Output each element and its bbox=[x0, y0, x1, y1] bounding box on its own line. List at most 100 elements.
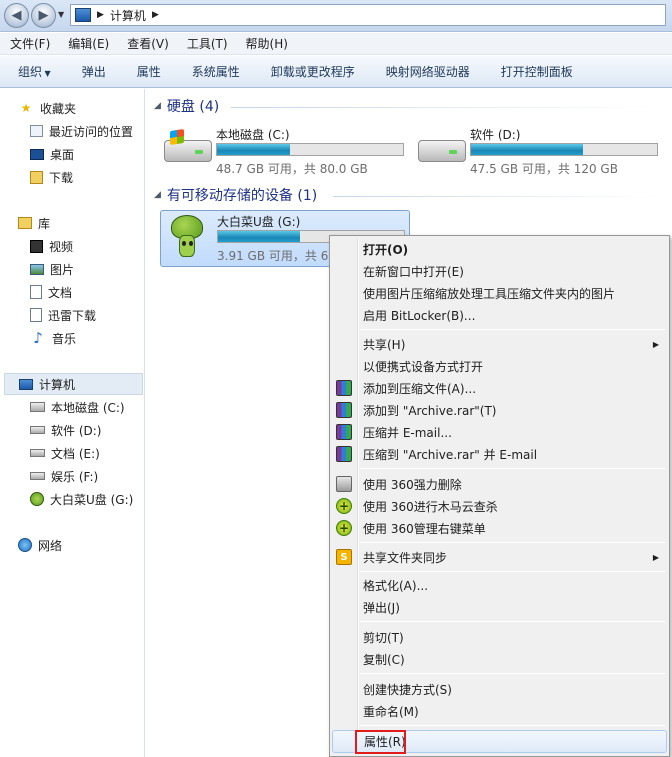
menu-edit[interactable]: 编辑(E) bbox=[58, 35, 117, 52]
menu-create-shortcut[interactable]: 创建快捷方式(S) bbox=[332, 678, 667, 700]
sync-folder-icon: S bbox=[336, 549, 352, 565]
eject-button[interactable]: 弹出 bbox=[64, 63, 119, 80]
menu-add-archive[interactable]: 添加到压缩文件(A)... bbox=[332, 377, 667, 399]
drive-d[interactable]: 软件 (D:) 47.5 GB 可用，共 120 GB bbox=[414, 124, 664, 180]
group-divider bbox=[333, 196, 663, 197]
uninstall-programs-button[interactable]: 卸载或更改程序 bbox=[253, 63, 368, 80]
properties-button[interactable]: 属性 bbox=[119, 63, 174, 80]
open-control-panel-button[interactable]: 打开控制面板 bbox=[483, 63, 586, 80]
menu-bar: 文件(F) 编辑(E) 查看(V) 工具(T) 帮助(H) bbox=[0, 33, 672, 55]
menu-separator bbox=[360, 468, 665, 469]
forward-button[interactable]: ▶ bbox=[31, 3, 56, 28]
menu-compress-images[interactable]: 使用图片压缩缩放处理工具压缩文件夹内的图片 bbox=[332, 282, 667, 304]
group-title: 有可移动存储的设备 (1) bbox=[166, 188, 318, 204]
winrar-icon bbox=[336, 446, 352, 462]
menu-eject[interactable]: 弹出(J) bbox=[332, 596, 667, 618]
nav-drive-e[interactable]: 文档 (E:) bbox=[30, 442, 100, 464]
highlight-box bbox=[355, 730, 406, 754]
breadcrumb-separator-icon[interactable]: ▶ bbox=[152, 10, 159, 20]
drive-name: 软件 (D:) bbox=[470, 128, 521, 142]
menu-rename[interactable]: 重命名(M) bbox=[332, 700, 667, 722]
arrow-right-icon: ▶ bbox=[38, 8, 49, 23]
nav-xunlei-downloads[interactable]: 迅雷下载 bbox=[30, 304, 96, 326]
nav-label: 最近访问的位置 bbox=[49, 124, 134, 139]
nav-music[interactable]: ♪ 音乐 bbox=[30, 327, 76, 349]
menu-share[interactable]: 共享(H) ▶ bbox=[332, 333, 667, 355]
menu-compress-email[interactable]: 压缩并 E-mail... bbox=[332, 421, 667, 443]
menu-add-rar[interactable]: 添加到 "Archive.rar"(T) bbox=[332, 399, 667, 421]
menu-folder-sync[interactable]: S 共享文件夹同步 ▶ bbox=[332, 546, 667, 568]
hard-drive-icon bbox=[30, 426, 45, 434]
collapse-triangle-icon[interactable]: ◢ bbox=[154, 101, 161, 111]
group-divider bbox=[231, 107, 663, 108]
nav-favorites[interactable]: ★ 收藏夹 bbox=[18, 97, 76, 119]
menu-view[interactable]: 查看(V) bbox=[117, 35, 177, 52]
documents-icon bbox=[30, 285, 42, 299]
nav-drive-d[interactable]: 软件 (D:) bbox=[30, 419, 101, 441]
nav-videos[interactable]: 视频 bbox=[30, 235, 73, 257]
menu-separator bbox=[360, 571, 665, 572]
desktop-icon bbox=[30, 148, 44, 160]
breadcrumb-computer[interactable]: 计算机 bbox=[110, 7, 146, 24]
menu-360-scan[interactable]: + 使用 360进行木马云查杀 bbox=[332, 495, 667, 517]
menu-open[interactable]: 打开(O) bbox=[332, 238, 667, 260]
menu-help[interactable]: 帮助(H) bbox=[236, 35, 296, 52]
organize-button[interactable]: 组织 bbox=[0, 63, 64, 80]
nav-computer[interactable]: 计算机 bbox=[4, 373, 143, 395]
recent-places-icon bbox=[30, 125, 43, 137]
nav-label: 网络 bbox=[38, 538, 63, 553]
nav-label: 音乐 bbox=[52, 331, 77, 346]
drive-usage-bar bbox=[470, 143, 658, 156]
menu-tools[interactable]: 工具(T) bbox=[177, 35, 236, 52]
group-header-hard-drives[interactable]: ◢ 硬盘 (4) bbox=[154, 96, 219, 116]
recent-pages-dropdown[interactable]: ▼ bbox=[58, 10, 64, 19]
menu-360-delete[interactable]: 使用 360强力删除 bbox=[332, 473, 667, 495]
menu-separator bbox=[360, 621, 665, 622]
nav-label: 迅雷下载 bbox=[48, 308, 97, 323]
menu-open-new-window[interactable]: 在新窗口中打开(E) bbox=[332, 260, 667, 282]
nav-label: 计算机 bbox=[39, 377, 76, 392]
collapse-triangle-icon[interactable]: ◢ bbox=[154, 190, 161, 200]
arrow-left-icon: ◀ bbox=[11, 8, 22, 23]
menu-portable-open[interactable]: 以便携式设备方式打开 bbox=[332, 355, 667, 377]
address-input[interactable]: ▶ 计算机 ▶ bbox=[70, 4, 666, 26]
drive-c[interactable]: 本地磁盘 (C:) 48.7 GB 可用，共 80.0 GB bbox=[160, 124, 410, 180]
pictures-icon bbox=[30, 263, 44, 275]
folder-icon bbox=[30, 308, 42, 322]
menu-compress-rar-email[interactable]: 压缩到 "Archive.rar" 并 E-mail bbox=[332, 443, 667, 465]
network-icon bbox=[18, 538, 32, 552]
nav-label: 下载 bbox=[49, 170, 74, 185]
menu-format[interactable]: 格式化(A)... bbox=[332, 574, 667, 596]
nav-network[interactable]: 网络 bbox=[18, 534, 62, 556]
nav-recent-places[interactable]: 最近访问的位置 bbox=[30, 120, 133, 142]
map-network-drive-button[interactable]: 映射网络驱动器 bbox=[368, 63, 483, 80]
nav-drive-c[interactable]: 本地磁盘 (C:) bbox=[30, 396, 125, 418]
address-bar: ◀ ▶ ▼ ▶ 计算机 ▶ bbox=[0, 0, 672, 32]
nav-pictures[interactable]: 图片 bbox=[30, 258, 74, 280]
menu-360-manage[interactable]: + 使用 360管理右键菜单 bbox=[332, 517, 667, 539]
menu-bitlocker[interactable]: 启用 BitLocker(B)... bbox=[332, 304, 667, 326]
nav-label: 娱乐 (F:) bbox=[51, 469, 99, 484]
menu-copy[interactable]: 复制(C) bbox=[332, 648, 667, 670]
winrar-icon bbox=[336, 402, 352, 418]
context-menu: 打开(O) 在新窗口中打开(E) 使用图片压缩缩放处理工具压缩文件夹内的图片 启… bbox=[329, 235, 670, 757]
menu-separator bbox=[360, 542, 665, 543]
navigation-pane: ★ 收藏夹 最近访问的位置 桌面 下载 库 视频 图片 文档 迅雷下载 ♪ 音乐… bbox=[0, 89, 145, 757]
nav-documents[interactable]: 文档 bbox=[30, 281, 72, 303]
nav-label: 库 bbox=[38, 216, 51, 231]
star-icon: ★ bbox=[20, 101, 32, 115]
system-properties-button[interactable]: 系统属性 bbox=[174, 63, 253, 80]
menu-cut[interactable]: 剪切(T) bbox=[332, 626, 667, 648]
menu-file[interactable]: 文件(F) bbox=[0, 35, 58, 52]
nav-downloads[interactable]: 下载 bbox=[30, 166, 73, 188]
nav-desktop[interactable]: 桌面 bbox=[30, 143, 74, 165]
nav-label: 图片 bbox=[50, 262, 75, 277]
breadcrumb-separator-icon[interactable]: ▶ bbox=[97, 10, 104, 20]
nav-drive-f[interactable]: 娱乐 (F:) bbox=[30, 465, 98, 487]
nav-drive-g[interactable]: 大白菜U盘 (G:) bbox=[30, 488, 133, 510]
group-header-removable[interactable]: ◢ 有可移动存储的设备 (1) bbox=[154, 185, 317, 205]
computer-icon bbox=[75, 8, 91, 22]
back-button[interactable]: ◀ bbox=[4, 3, 29, 28]
nav-libraries[interactable]: 库 bbox=[18, 212, 50, 234]
command-bar: 组织 弹出 属性 系统属性 卸载或更改程序 映射网络驱动器 打开控制面板 bbox=[0, 56, 672, 88]
